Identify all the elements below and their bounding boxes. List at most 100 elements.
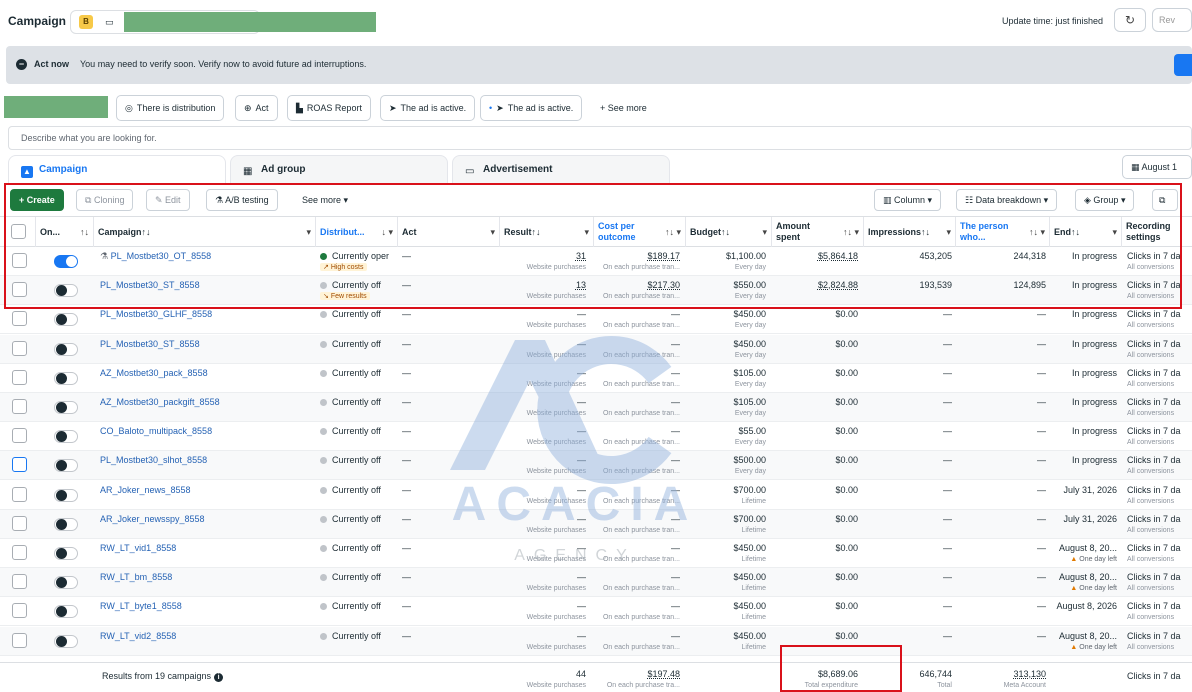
filters-see-more[interactable]: + See more <box>600 95 647 121</box>
header-amount-spent[interactable]: Amount spent ↑↓ ▾ <box>772 217 864 247</box>
cloning-button[interactable]: ⧉ Cloning <box>76 189 134 211</box>
table-row[interactable]: CO_Baloto_multipack_8558 Currently off — — W… <box>0 422 1192 452</box>
table-row[interactable]: PL_Mostbet30_GLHF_8558 Currently off — — Web… <box>0 305 1192 335</box>
table-row[interactable]: AR_Joker_news_8558 Currently off — — Website… <box>0 480 1192 510</box>
header-result[interactable]: Result ↑↓ ▾ <box>500 217 594 247</box>
campaign-name-link[interactable]: PL_Mostbet30_ST_8558 <box>100 339 200 349</box>
table-row[interactable]: AR_Joker_newsspy_8558 Currently off — — Webs… <box>0 509 1192 539</box>
toolbar-see-more[interactable]: See more ▾ <box>302 189 348 211</box>
verify-now-button[interactable] <box>1174 54 1192 76</box>
table-row[interactable]: RW_LT_vid2_8558 Currently off — — Website pu… <box>0 626 1192 656</box>
group-button[interactable]: ◈ Group ▾ <box>1075 189 1135 211</box>
table-row[interactable]: AZ_Mostbet30_pack_8558 Currently off — — Web… <box>0 363 1192 393</box>
campaign-name-link[interactable]: ⚗ PL_Mostbet30_OT_8558 <box>100 251 211 262</box>
row-checkbox[interactable] <box>12 515 27 531</box>
filter-chip-roas[interactable]: ▙ ROAS Report <box>287 95 371 121</box>
table-row[interactable]: PL_Mostbet30_ST_8558 Currently off — — Websi… <box>0 334 1192 364</box>
campaign-name-link[interactable]: RW_LT_vid1_8558 <box>100 543 176 553</box>
campaign-name-link[interactable]: RW_LT_bm_8558 <box>100 572 172 582</box>
table-row[interactable]: PL_Mostbet30_slhot_8558 Currently off — — We… <box>0 451 1192 481</box>
header-recording[interactable]: Recording settings <box>1122 217 1192 247</box>
campaign-toggle[interactable] <box>54 401 78 414</box>
campaign-name-link[interactable]: PL_Mostbet30_ST_8558 <box>100 280 200 290</box>
campaign-toggle[interactable] <box>54 371 78 385</box>
header-end[interactable]: End ↑↓ ▾ <box>1050 217 1122 247</box>
campaign-name-link[interactable]: CO_Baloto_multipack_8558 <box>100 426 212 436</box>
tab-advertisement[interactable]: ▭ Advertisement <box>452 155 670 183</box>
campaign-name-link[interactable]: AZ_Mostbet30_pack_8558 <box>100 368 208 378</box>
spent-value: $5,864.18 <box>817 251 858 261</box>
campaign-toggle[interactable] <box>54 605 78 619</box>
row-checkbox[interactable] <box>12 311 27 327</box>
select-all-checkbox[interactable] <box>11 224 26 239</box>
table-row[interactable]: RW_LT_byte1_8558 Currently off — — Website p… <box>0 597 1192 627</box>
campaign-toggle[interactable] <box>54 488 78 502</box>
info-icon[interactable]: i <box>214 673 224 682</box>
edit-button[interactable]: ✎ Edit <box>146 189 190 211</box>
header-campaign[interactable]: Campaign ↑↓ ▾ <box>94 217 316 247</box>
campaign-toggle[interactable] <box>54 313 78 327</box>
column-button[interactable]: ▥ Column ▾ <box>874 189 942 211</box>
result-sub: Website purchases <box>526 380 586 388</box>
table-row[interactable]: PL_Mostbet30_ST_8558 Currently off ↘ Few r… <box>0 276 1192 306</box>
row-checkbox[interactable] <box>12 282 27 298</box>
row-checkbox[interactable] <box>12 486 27 502</box>
campaign-toggle[interactable] <box>54 547 78 560</box>
search-input[interactable]: Describe what you are looking for. <box>8 126 1192 150</box>
header-cost-per-outcome[interactable]: Cost per outcome ↑↓ ▾ <box>594 217 686 247</box>
create-button[interactable]: + Create <box>10 189 64 211</box>
row-checkbox[interactable] <box>12 545 27 560</box>
campaign-toggle[interactable] <box>54 634 78 648</box>
header-impressions[interactable]: Impressions ↑↓ ▾ <box>864 217 956 247</box>
campaign-toggle[interactable] <box>54 255 78 268</box>
row-checkbox[interactable] <box>12 603 27 619</box>
filter-chip-act[interactable]: ⊕ Act <box>235 95 278 121</box>
header-on-off[interactable]: On... ↑↓ <box>36 217 94 247</box>
impressions-value: — <box>943 309 952 320</box>
table-row[interactable]: RW_LT_vid1_8558 Currently off — — Website pu… <box>0 539 1192 568</box>
ab-testing-button[interactable]: ⚗ A/B testing <box>206 189 278 211</box>
export-button[interactable]: ⧉ <box>1152 189 1178 211</box>
campaign-toggle[interactable] <box>54 430 78 444</box>
table-row[interactable]: ⚗ PL_Mostbet30_OT_8558 Currently oper ↗ Hi… <box>0 247 1192 276</box>
sort-icon: ↑↓ <box>80 227 89 237</box>
filter-chip-ad-active-1[interactable]: ➤ The ad is active. <box>380 95 476 121</box>
status-dot-icon <box>320 428 327 436</box>
header-delivery[interactable]: Distribut... ↓ ▾ <box>316 217 398 247</box>
refresh-button[interactable]: ↻ <box>1114 8 1146 32</box>
row-checkbox[interactable] <box>12 574 27 590</box>
row-checkbox[interactable] <box>12 457 27 473</box>
row-checkbox[interactable] <box>12 253 27 268</box>
review-button[interactable]: Rev <box>1152 8 1192 32</box>
data-breakdown-button[interactable]: ☷ Data breakdown ▾ <box>956 189 1058 211</box>
campaign-toggle[interactable] <box>54 517 78 531</box>
impressions-value: — <box>943 338 952 349</box>
campaign-name-link[interactable]: AR_Joker_news_8558 <box>100 485 191 495</box>
filter-chip-distribution[interactable]: ◎ There is distribution <box>116 95 225 121</box>
person-value: 124,895 <box>1013 280 1046 291</box>
campaign-toggle[interactable] <box>54 342 78 356</box>
campaign-name-link[interactable]: RW_LT_vid2_8558 <box>100 631 176 641</box>
table-row[interactable]: AZ_Mostbet30_packgift_8558 Currently off —… <box>0 393 1192 422</box>
campaign-name-link[interactable]: AR_Joker_newsspy_8558 <box>100 514 205 524</box>
campaign-name-link[interactable]: RW_LT_byte1_8558 <box>100 601 182 611</box>
table-row[interactable]: RW_LT_bm_8558 Currently off — — Website purc… <box>0 568 1192 598</box>
header-act[interactable]: Act ▾ <box>398 217 500 247</box>
row-checkbox[interactable] <box>12 399 27 414</box>
row-checkbox[interactable] <box>12 340 27 356</box>
date-range-picker[interactable]: ▦ August 1 <box>1122 155 1192 179</box>
header-budget[interactable]: Budget ↑↓ ▾ <box>686 217 772 247</box>
campaign-name-link[interactable]: PL_Mostbet30_slhot_8558 <box>100 455 207 465</box>
filter-chip-ad-active-2[interactable]: • ➤ The ad is active. <box>480 95 583 121</box>
header-person-who[interactable]: The person who... ↑↓ ▾ <box>956 217 1050 247</box>
tab-ad-group[interactable]: ▦ Ad group <box>230 155 448 183</box>
campaign-toggle[interactable] <box>54 576 78 590</box>
campaign-toggle[interactable] <box>54 284 78 298</box>
row-checkbox[interactable] <box>12 632 27 648</box>
campaign-name-link[interactable]: PL_Mostbet30_GLHF_8558 <box>100 309 212 319</box>
row-checkbox[interactable] <box>12 428 27 444</box>
campaign-name-link[interactable]: AZ_Mostbet30_packgift_8558 <box>100 397 220 407</box>
row-checkbox[interactable] <box>12 369 27 385</box>
tab-campaign[interactable]: ▲ Campaign <box>8 155 226 183</box>
campaign-toggle[interactable] <box>54 459 78 473</box>
